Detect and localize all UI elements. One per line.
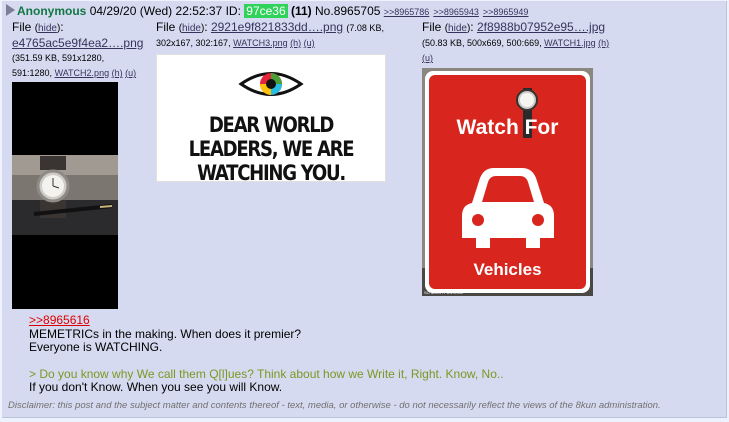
backlinks: >>8965786 >>8965943 >>8965949 [384,4,533,18]
file-dims: 591:1280, [12,68,53,78]
post-number[interactable]: No.8965705 [315,4,380,18]
file-original-name[interactable]: WATCH3.png [233,38,288,48]
body-line: Everyone is WATCHING. [29,340,163,354]
file-size: (351.59 KB, 591x1280, [12,53,105,63]
file-label: File [422,20,442,34]
body-line: If you don't Know. When you see you will… [29,380,283,394]
post-date: 04/29/20 (Wed) 22:52:37 [89,4,223,18]
file-label: File [12,20,32,34]
file-u-link[interactable]: (u) [125,68,136,78]
post-number-label[interactable]: No. [315,4,334,18]
file-h-link[interactable]: (h) [290,38,301,48]
body-line: MEMETRICs in the making. When does it pr… [29,326,302,341]
file-size: (50.83 KB, 500x669, 500:669, [422,38,542,48]
id-label: ID: [225,4,241,18]
file-original-name[interactable]: WATCH2.png [55,68,110,78]
post-body: >>8965616 MEMETRICs in the making. When … [29,313,504,395]
greentext-line: > Do you know why We call them Q[l]ues? … [29,366,504,381]
file-label: File [156,20,176,34]
sign-text: DEAR WORLD LEADERS, WE ARE WATCHING YOU. [188,113,355,185]
backlink[interactable]: >>8965943 [433,7,479,17]
file-dims: 302x167, 302:167, [156,38,231,48]
hide-file-link[interactable]: hide [448,23,467,34]
hide-file-link[interactable]: hide [182,23,201,34]
file-thumbnail-1[interactable] [12,82,118,309]
watch-on-notebook-image [12,155,118,235]
file-name-link[interactable]: 2921e9f821833dd….png [211,20,343,34]
post-number-value[interactable]: 8965705 [334,4,381,18]
image-watermark: SO MUCH PUN.COM [424,290,463,295]
post-menu-arrow-icon[interactable] [6,4,15,16]
hide-file-link[interactable]: hide [38,23,57,34]
post-reply: Anonymous 04/29/20 (Wed) 22:52:37 ID: 97… [2,1,727,418]
file-thumbnail-2[interactable]: DEAR WORLD LEADERS, WE ARE WATCHING YOU. [156,54,386,185]
file-original-name[interactable]: WATCH1.jpg [544,38,596,48]
sign-text-line1: Watch For [456,116,559,139]
file-u-link[interactable]: (u) [304,38,315,48]
disclaimer: Disclaimer: this post and the subject ma… [8,400,661,411]
quote-link[interactable]: >>8965616 [29,313,90,327]
file-info-1: File (hide): e4765ac5e9f4ea2….png (351.5… [12,20,144,78]
sign-text-line2: Vehicles [473,260,542,279]
file-h-link[interactable]: (h) [112,68,123,78]
post-header: Anonymous 04/29/20 (Wed) 22:52:37 ID: 97… [6,4,532,18]
file-thumbnail-3[interactable]: Watch For Vehicles SO MUCH PUN.COM [422,68,593,296]
backlink[interactable]: >>8965949 [483,7,529,17]
file-name-link[interactable]: e4765ac5e9f4ea2….png [12,36,143,50]
file-name-link[interactable]: 2f8988b07952e95….jpg [477,20,605,34]
file-info-2: File (hide): 2921e9f821833dd….png (7.08 … [156,20,384,48]
file-info-3: File (hide): 2f8988b07952e95….jpg (50.83… [422,20,610,63]
poster-id[interactable]: 97ce36 [244,4,288,18]
file-h-link[interactable]: (h) [598,38,609,48]
file-size: (7.08 KB, [346,23,384,33]
poster-id-count: (11) [290,4,312,18]
file-u-link[interactable]: (u) [422,53,433,63]
backlink[interactable]: >>8965786 [384,7,430,17]
poster-name: Anonymous [17,4,87,18]
